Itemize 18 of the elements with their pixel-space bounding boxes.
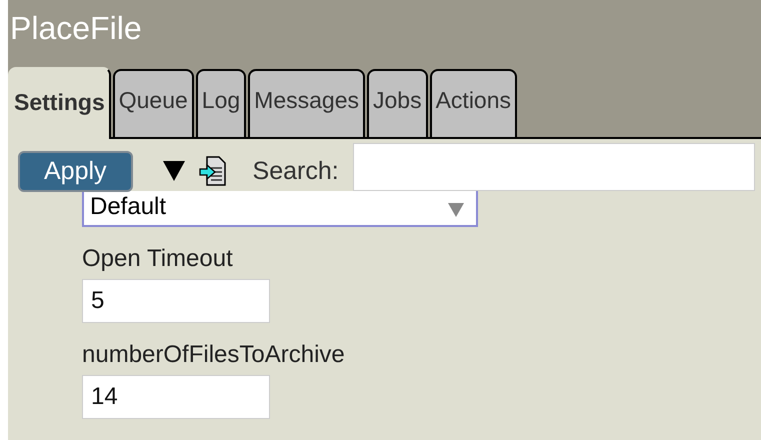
input-field[interactable]: 5	[82, 279, 270, 323]
caret-icon[interactable]	[162, 161, 185, 181]
input-field[interactable]: 14	[82, 375, 270, 419]
tab[interactable]: Jobs	[367, 69, 428, 137]
tab[interactable]: Queue	[112, 69, 194, 137]
window-title: PlaceFile	[9, 9, 143, 44]
tab[interactable]: Messages	[248, 69, 365, 137]
field-label: numberOfFilesToArchive	[82, 341, 346, 369]
tab[interactable]: Settings	[8, 67, 111, 139]
field-label: Open Timeout	[82, 245, 234, 273]
search-label: Search:	[252, 156, 339, 186]
search-field[interactable]	[352, 143, 755, 191]
document-arrow-icon[interactable]	[198, 156, 227, 186]
dropdown-arrow-icon	[448, 203, 464, 217]
tab[interactable]: Actions	[430, 69, 518, 137]
profile-dropdown[interactable]: Default	[82, 191, 478, 227]
tab[interactable]: Log	[196, 69, 246, 137]
apply-button[interactable]: Apply	[18, 150, 133, 192]
